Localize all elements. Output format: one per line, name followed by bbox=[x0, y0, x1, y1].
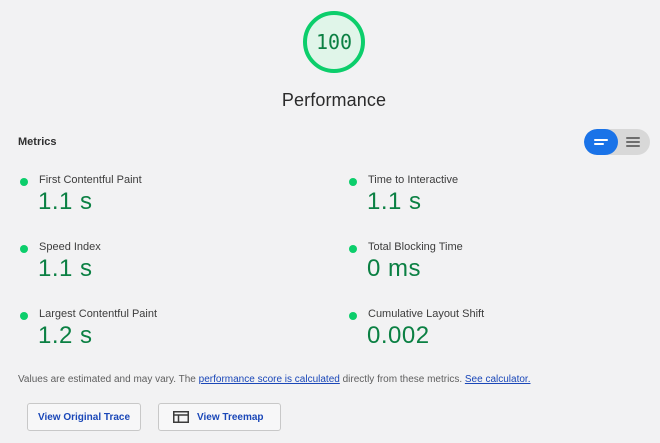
pass-status-icon bbox=[20, 312, 28, 320]
score-value: 100 bbox=[315, 30, 353, 54]
pass-status-icon bbox=[20, 178, 28, 186]
metrics-disclaimer: Values are estimated and may vary. The p… bbox=[18, 374, 530, 385]
pass-status-icon bbox=[349, 312, 357, 320]
view-text-icon bbox=[626, 137, 640, 147]
pass-status-icon bbox=[349, 245, 357, 253]
score-gauge[interactable]: 100 bbox=[302, 10, 366, 74]
metrics-header: Metrics bbox=[18, 136, 57, 148]
pass-status-icon bbox=[20, 245, 28, 253]
view-treemap-button[interactable]: View Treemap bbox=[158, 403, 281, 431]
view-original-trace-button[interactable]: View Original Trace bbox=[27, 403, 141, 431]
metric-value: 0 ms bbox=[367, 255, 422, 282]
view-text-button[interactable] bbox=[616, 129, 650, 155]
view-list-button[interactable] bbox=[584, 129, 618, 155]
metric-label: Time to Interactive bbox=[368, 174, 459, 186]
metric-label: Largest Contentful Paint bbox=[39, 308, 158, 320]
score-gauge-section: 100 bbox=[0, 8, 660, 78]
metrics-view-toggle bbox=[584, 129, 650, 155]
treemap-icon bbox=[173, 411, 189, 423]
metric-label: First Contentful Paint bbox=[39, 174, 142, 186]
metric-label: Cumulative Layout Shift bbox=[368, 308, 485, 320]
see-calculator-link[interactable]: See calculator. bbox=[465, 374, 531, 385]
metric-value: 0.002 bbox=[367, 322, 430, 349]
button-label: View Treemap bbox=[197, 411, 264, 423]
metric-value: 1.2 s bbox=[38, 322, 93, 349]
metric-value: 1.1 s bbox=[367, 188, 422, 215]
disclaimer-text: Values are estimated and may vary. The bbox=[18, 374, 199, 385]
category-title: Performance bbox=[281, 90, 387, 110]
metric-label: Speed Index bbox=[39, 241, 101, 253]
disclaimer-text: directly from these metrics. bbox=[339, 374, 465, 385]
metric-label: Total Blocking Time bbox=[368, 241, 463, 253]
button-label: View Original Trace bbox=[37, 411, 131, 423]
metric-value: 1.1 s bbox=[38, 188, 93, 215]
score-calculated-link[interactable]: performance score is calculated bbox=[199, 374, 340, 385]
metric-value: 1.1 s bbox=[38, 255, 93, 282]
view-list-icon bbox=[594, 139, 608, 145]
pass-status-icon bbox=[349, 178, 357, 186]
